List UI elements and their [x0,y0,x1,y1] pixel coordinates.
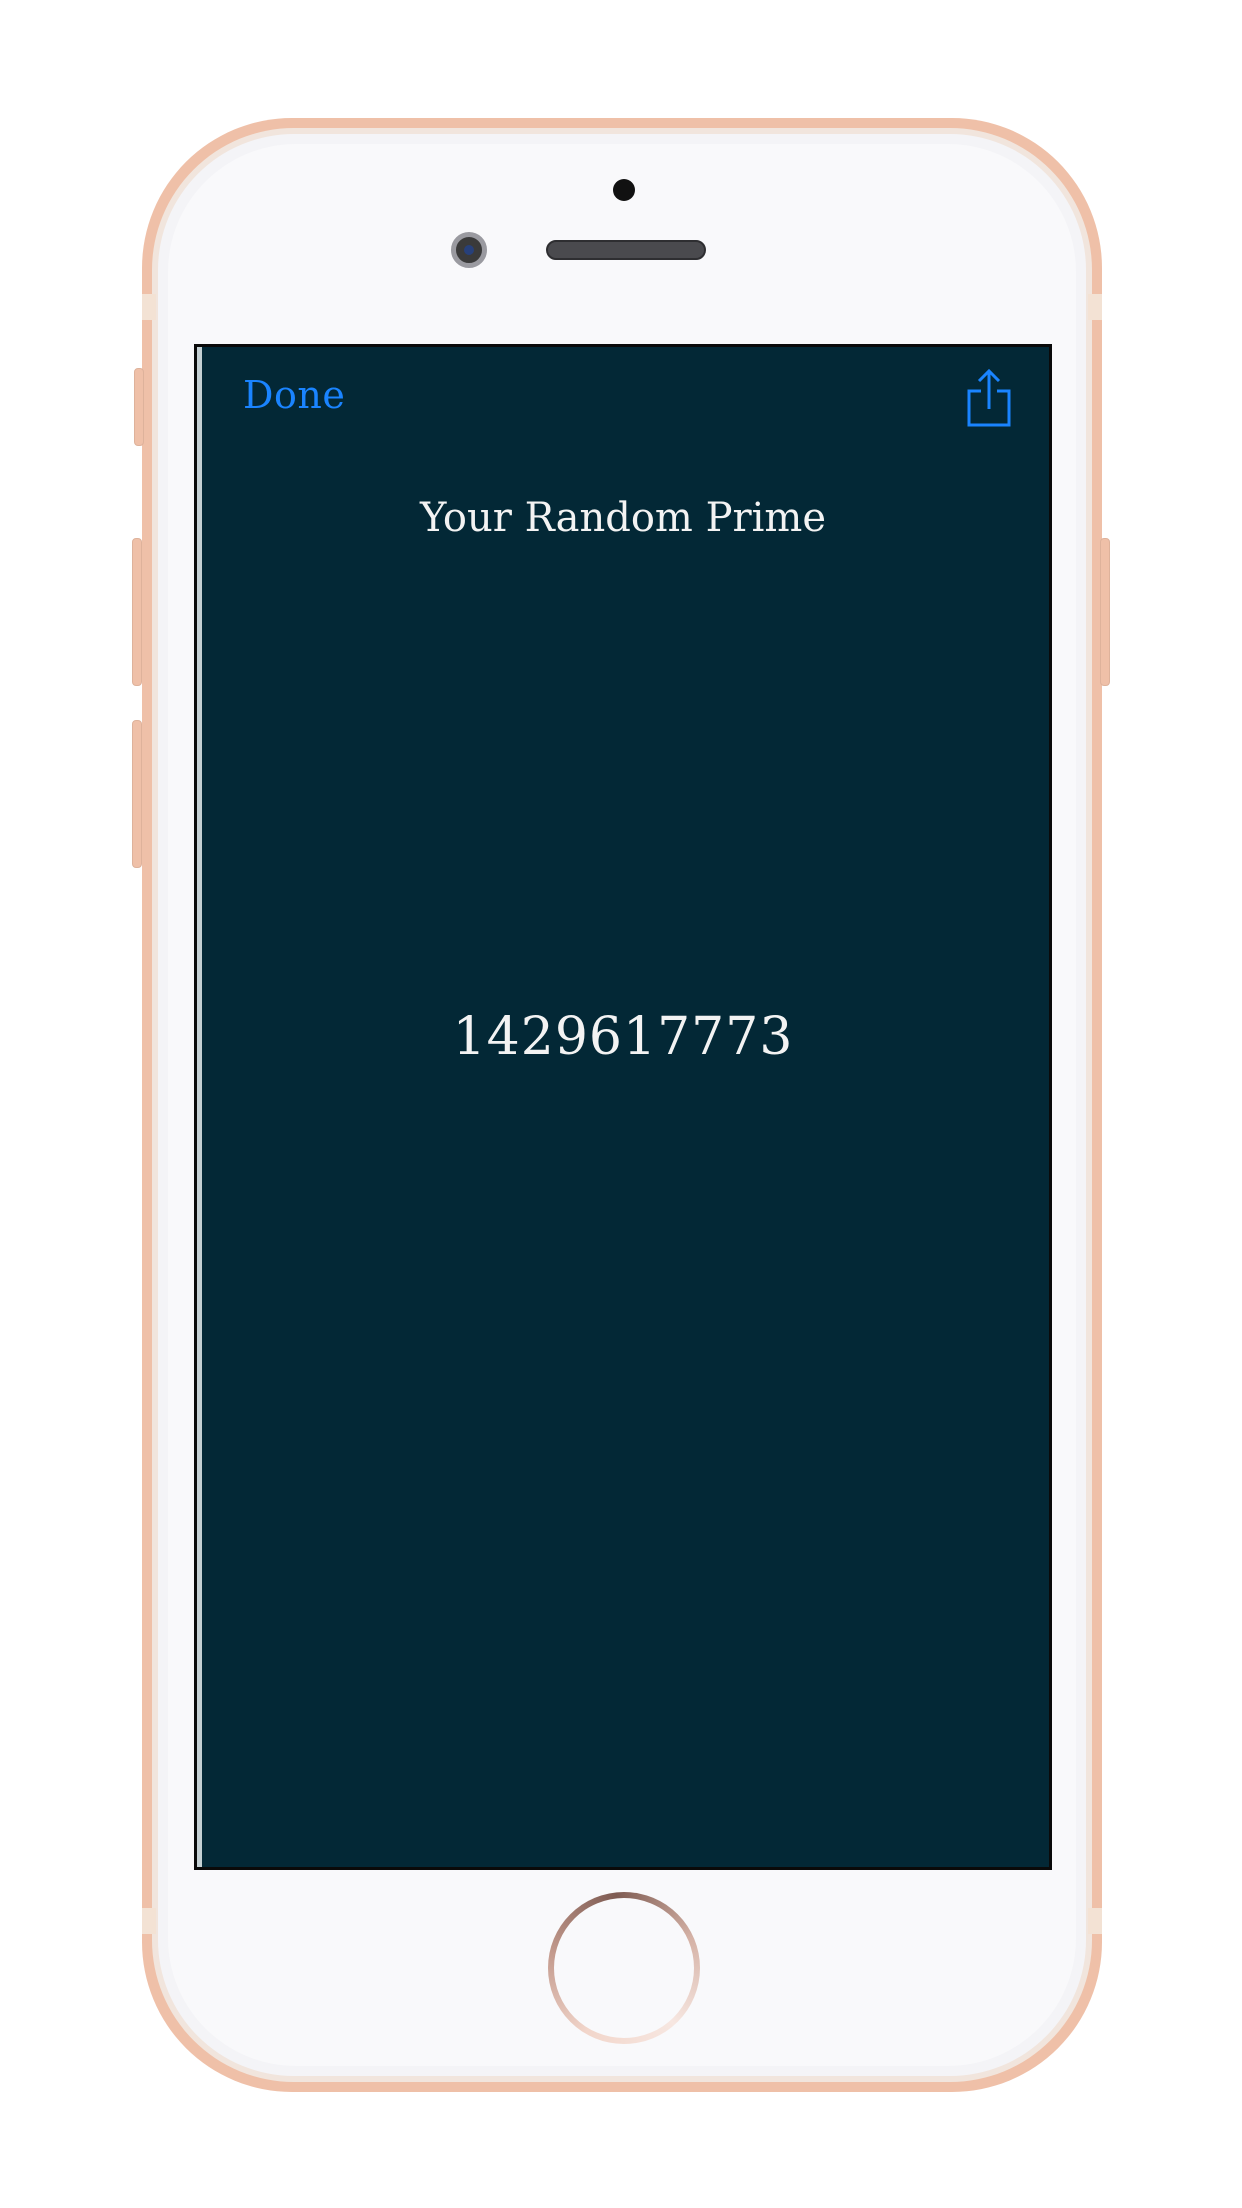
antenna-band [1088,1908,1102,1934]
screen-edge-highlight [197,347,202,1867]
mute-switch[interactable] [134,368,144,446]
volume-down-button[interactable] [132,720,142,868]
proximity-sensor [613,179,635,201]
antenna-band [142,294,156,320]
front-camera [451,232,487,268]
home-button[interactable] [548,1892,700,2044]
earpiece-speaker [546,240,706,260]
page-title: Your Random Prime [419,495,826,541]
share-icon [967,368,1011,427]
app-screen: Done Your Random Prime 1429617773 [194,344,1052,1870]
power-button[interactable] [1100,538,1110,686]
prime-number-value: 1429617773 [452,1007,794,1067]
done-button[interactable]: Done [243,373,345,417]
antenna-band [1088,294,1102,320]
antenna-band [142,1908,156,1934]
volume-up-button[interactable] [132,538,142,686]
share-button[interactable] [965,367,1013,427]
